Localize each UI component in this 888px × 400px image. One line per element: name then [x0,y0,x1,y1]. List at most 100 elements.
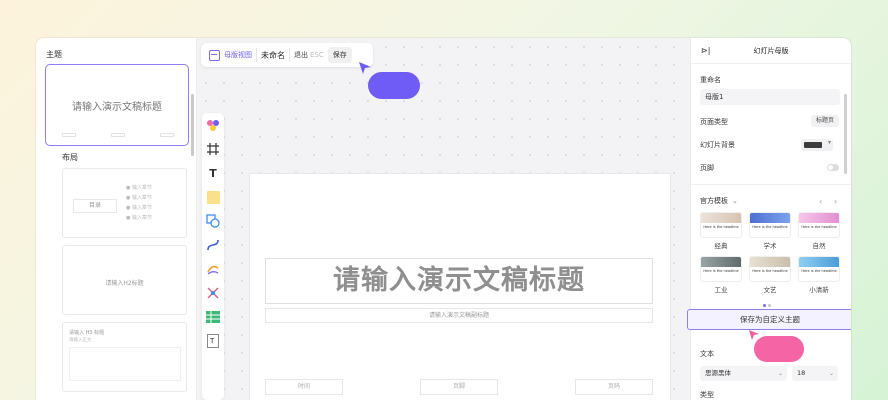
chevron-down-icon: ⌄ [828,370,834,377]
thumb-footer-box [62,133,76,137]
exit-label: 退出 [294,51,308,59]
text-icon[interactable]: T [202,163,224,183]
theme-section-title: 主题 [46,50,62,59]
page-dot[interactable] [763,304,766,307]
slide-footer-text[interactable]: 页脚 [420,379,498,395]
page-type-select[interactable]: 标题页 [810,115,839,127]
footer-toggle[interactable] [827,164,839,171]
mindmap-icon[interactable] [202,283,224,303]
prev-arrow-icon[interactable]: ‹ [819,197,822,206]
list-item: ● 输入章节 [126,195,152,201]
toolbar-divider [256,48,257,62]
font-family-value: 思源黑体 [705,369,731,377]
template-caption: Here is the headline [801,269,837,273]
rename-label: 重命名 [700,76,721,84]
toolbar-divider [289,48,290,62]
template-card-fresh[interactable]: Here is the headline [798,256,840,282]
rename-input[interactable]: 母版1 [700,89,840,105]
page-dot[interactable] [768,304,771,307]
template-caption: Here is the headline [752,225,788,229]
pen-icon[interactable] [202,259,224,279]
palette-icon[interactable] [202,115,224,135]
footer-label: 页脚 [700,164,714,172]
connector-icon[interactable] [202,235,224,255]
background-color-picker[interactable] [801,139,833,151]
top-toolbar: 母版视图 未命名 退出 ESC 保存 [201,43,373,67]
official-templates-label[interactable]: 官方模板 ⌄ [700,196,738,206]
font-family-select[interactable]: 思源黑体 ⌄ [700,366,787,381]
text-label: 文本 [700,350,714,358]
sticky-note-icon[interactable] [202,187,224,207]
next-arrow-icon[interactable]: › [834,197,837,206]
exit-button[interactable]: 退出 ESC [294,50,324,60]
list-item: ● 输入章节 [126,215,152,221]
template-card-industrial[interactable]: Here is the headline [700,256,742,282]
collaborator-cursor-label [754,336,804,362]
template-caption: Here is the headline [752,269,788,273]
canvas-area[interactable]: 母版视图 未命名 退出 ESC 保存 T T 请输入演示文稿标题 请输入演示文稿… [197,38,690,400]
thumb-footer-box [111,133,125,137]
slide-canvas[interactable]: 请输入演示文稿标题 请输入演示文稿副标题 时间 页脚 页码 [250,174,670,400]
layout-card-h3[interactable]: 请输入 H3 标题 请输入正文 [62,322,187,392]
template-card-classic[interactable]: Here is the headline [700,212,742,238]
template-card-academic[interactable]: Here is the headline [749,212,791,238]
panel-title: 幻灯片母版 [753,47,789,55]
right-scrollbar[interactable] [844,94,847,174]
template-thumb [701,213,741,223]
background-label: 幻灯片背景 [700,141,735,149]
official-templates-text: 官方模板 [700,197,728,205]
template-thumb [750,257,790,267]
slide-footer-page[interactable]: 页码 [575,379,653,395]
template-name: 自然 [812,242,826,250]
esc-hint: ESC [310,51,324,59]
template-thumb [701,257,741,267]
layout-card-body: 请输入正文 [69,338,92,343]
layout-card-toc[interactable]: 目录 ● 输入章节 ● 输入章节 ● 输入章节 ● 输入章节 [62,168,187,238]
font-size-select[interactable]: 18 ⌄ [792,366,838,381]
template-card-literary[interactable]: Here is the headline [749,256,791,282]
template-thumb [799,257,839,267]
frame-icon[interactable] [202,139,224,159]
left-panel: 主题 请输入演示文稿标题 布局 目录 ● 输入章节 ● 输入章节 ● 输入章节 … [36,38,197,400]
theme-thumbnail[interactable]: 请输入演示文稿标题 [45,64,189,146]
panel-header: ⊳| 幻灯片母版 [691,38,851,64]
layout-section-title: 布局 [62,153,78,162]
shape-icon[interactable] [202,211,224,231]
table-icon[interactable] [202,307,224,327]
slide-subtitle-placeholder[interactable]: 请输入演示文稿副标题 [265,308,653,323]
template-page-dots[interactable] [763,300,775,307]
template-caption: Here is the headline [703,225,739,229]
slide-footer-date[interactable]: 时间 [265,379,343,395]
template-thumb [750,213,790,223]
chevron-down-icon: ⌄ [732,197,738,205]
template-card-nature[interactable]: Here is the headline [798,212,840,238]
layout-card-title: 请输入 H3 标题 [69,330,105,336]
page-type-label: 页面类型 [700,118,728,126]
template-thumb [799,213,839,223]
layout-card-list: ● 输入章节 ● 输入章节 ● 输入章节 ● 输入章节 [126,183,152,223]
template-name: 工业 [714,286,728,294]
layout-card-content-box [69,347,181,381]
chevron-down-icon: ⌄ [777,370,783,377]
left-scrollbar[interactable] [191,94,194,156]
template-name: 学术 [763,242,777,250]
svg-text:T: T [209,337,215,345]
layout-card-title: 请输入H2标题 [105,280,144,287]
master-view-label[interactable]: 母版视图 [224,50,252,60]
template-caption: Here is the headline [801,225,837,229]
right-panel: ⊳| 幻灯片母版 重命名 母版1 页面类型 标题页 幻灯片背景 页脚 官方模板 ⌄… [687,38,851,400]
pointer-cursor-icon [359,62,371,74]
type-label: 类型 [700,391,714,399]
doc-name[interactable]: 未命名 [261,50,285,61]
tool-palette: T T [202,113,224,400]
save-custom-theme-button[interactable]: 保存为自定义主题 [687,309,851,330]
text-box-icon[interactable]: T [202,331,224,351]
slide-title-placeholder[interactable]: 请输入演示文稿标题 [265,258,653,304]
layout-card-h2[interactable]: 请输入H2标题 [62,245,187,315]
template-name: 文艺 [763,286,777,294]
master-editor-window: 主题 请输入演示文稿标题 布局 目录 ● 输入章节 ● 输入章节 ● 输入章节 … [36,38,851,400]
template-caption: Here is the headline [703,269,739,273]
list-item: ● 输入章节 [126,185,152,191]
list-item: ● 输入章节 [126,205,152,211]
save-button[interactable]: 保存 [327,47,352,63]
